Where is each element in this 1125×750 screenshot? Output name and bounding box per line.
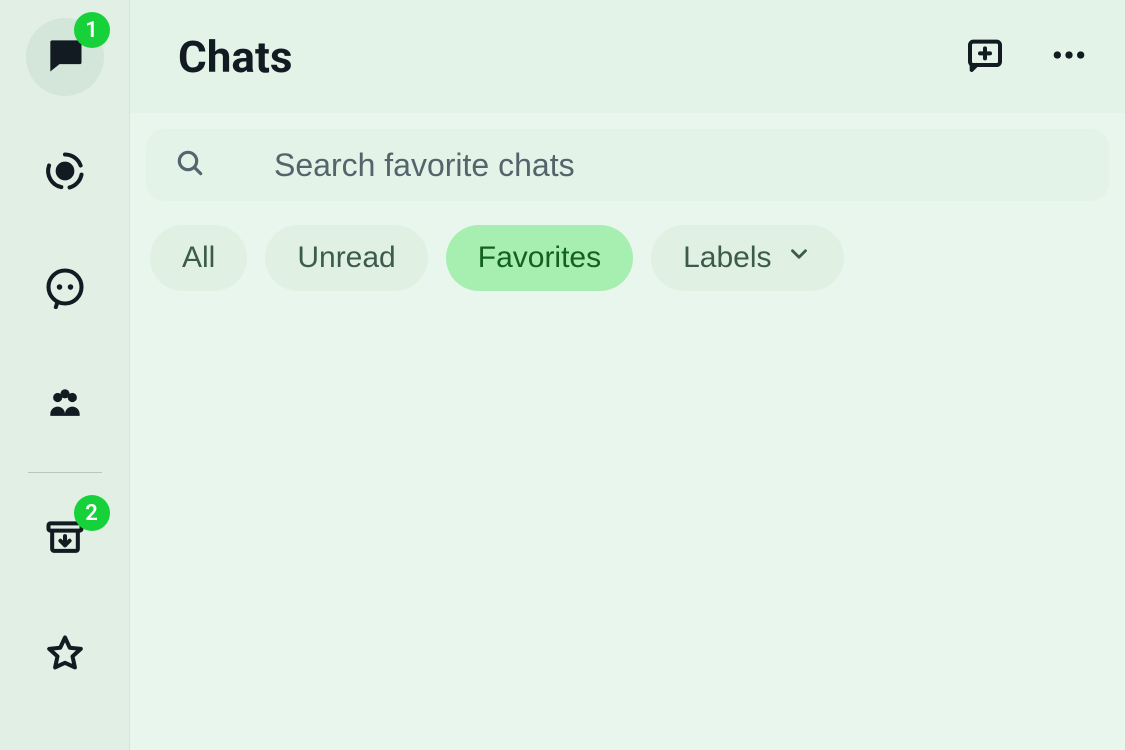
sidebar-item-archived[interactable]: 2	[26, 501, 104, 579]
filter-row: All Unread Favorites Labels	[130, 201, 1125, 315]
search-input[interactable]	[274, 147, 1081, 184]
sidebar-item-status[interactable]	[26, 134, 104, 212]
sidebar-item-chats[interactable]: 1	[26, 18, 104, 96]
filter-labels[interactable]: Labels	[651, 225, 843, 291]
main-panel: Chats All Unread Favorites Labels	[130, 0, 1125, 750]
sidebar-item-starred[interactable]	[26, 617, 104, 695]
chats-badge: 1	[74, 12, 110, 48]
chevron-down-icon	[786, 241, 812, 275]
star-icon	[43, 632, 87, 680]
sidebar: 1 2	[0, 0, 130, 750]
filter-labels-label: Labels	[683, 241, 771, 275]
search-bar[interactable]	[146, 129, 1109, 201]
archived-badge: 2	[74, 495, 110, 531]
communities-icon	[43, 381, 87, 429]
sidebar-divider	[28, 472, 102, 473]
page-title: Chats	[178, 31, 292, 83]
filter-favorites[interactable]: Favorites	[446, 225, 633, 291]
header: Chats	[130, 0, 1125, 113]
header-actions	[965, 35, 1089, 79]
channels-icon	[43, 265, 87, 313]
search-icon	[174, 147, 206, 183]
sidebar-item-channels[interactable]	[26, 250, 104, 328]
content: All Unread Favorites Labels	[130, 113, 1125, 750]
new-chat-button[interactable]	[965, 35, 1005, 79]
filter-unread[interactable]: Unread	[265, 225, 427, 291]
menu-button[interactable]	[1049, 35, 1089, 79]
status-icon	[43, 149, 87, 197]
sidebar-item-communities[interactable]	[26, 366, 104, 444]
filter-all[interactable]: All	[150, 225, 247, 291]
